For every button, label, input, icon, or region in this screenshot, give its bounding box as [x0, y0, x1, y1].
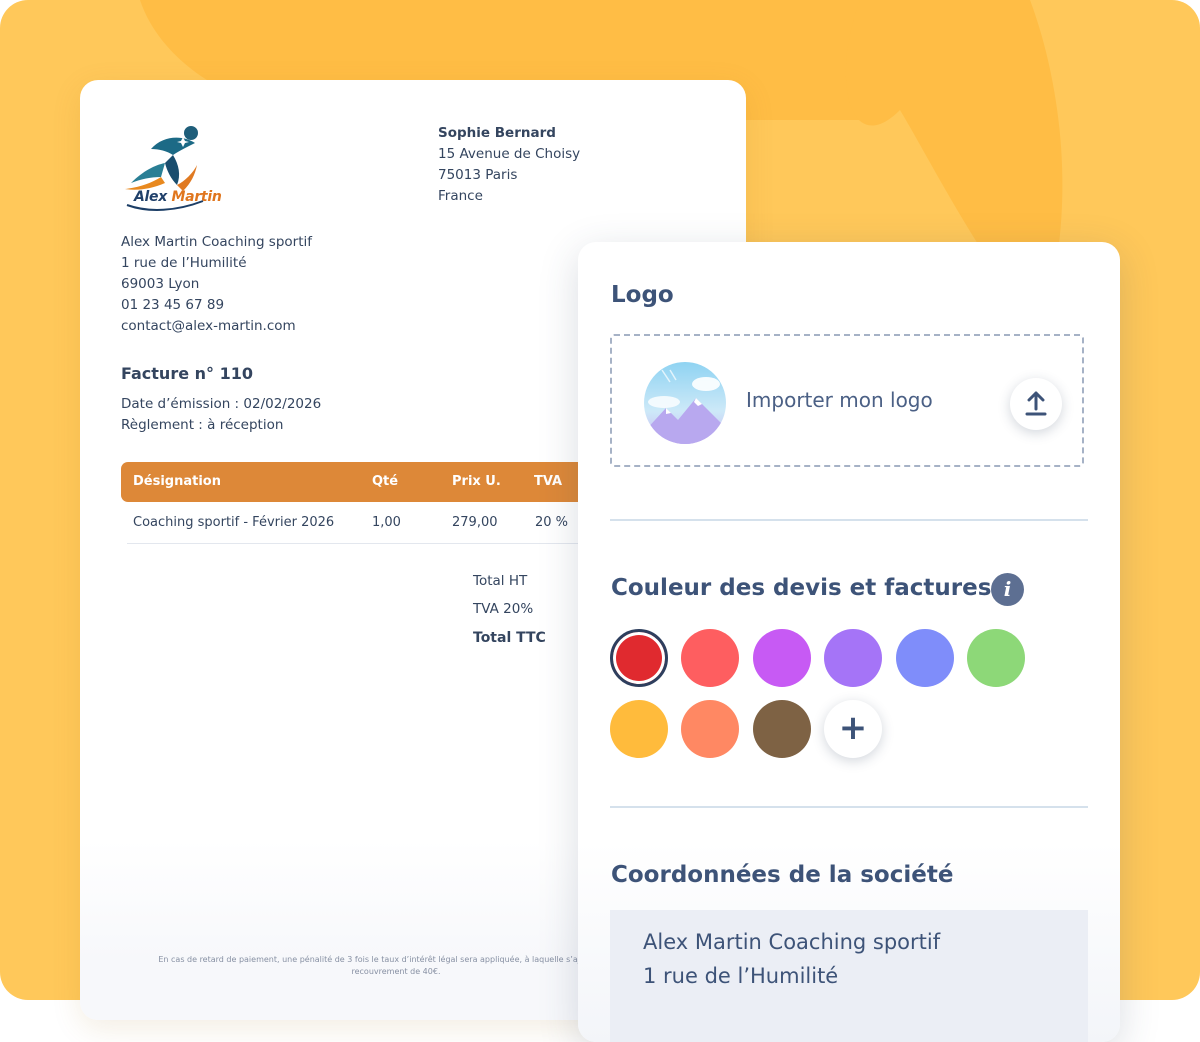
logo-placeholder-image: [644, 362, 726, 444]
logo-section-title: Logo: [611, 282, 674, 308]
invoice-meta: Date d’émission : 02/02/2026 Règlement :…: [121, 394, 321, 436]
company-name: Alex Martin Coaching sportif: [121, 234, 313, 250]
total-vat-label: TVA 20%: [473, 601, 534, 617]
cell-designation: Coaching sportif - Février 2026: [133, 515, 335, 530]
logo-last-name: Martin: [171, 189, 222, 205]
section-divider: [610, 806, 1088, 808]
settings-panel: Logo Importer mon logo Couleur des devis…: [578, 242, 1120, 1042]
col-header-designation: Désignation: [133, 474, 221, 489]
color-swatch[interactable]: [752, 700, 811, 758]
logo-wordmark: Alex Martin: [134, 189, 222, 205]
company-street: 1 rue de l’Humilité: [121, 255, 247, 271]
col-header-unit-price: Prix U.: [452, 474, 501, 489]
cell-unit-price: 279,00: [452, 515, 498, 530]
company-details-line1: Alex Martin Coaching sportif: [643, 930, 941, 954]
col-header-qty: Qté: [372, 474, 399, 489]
color-swatch[interactable]: [824, 629, 883, 687]
color-swatch[interactable]: [681, 700, 740, 758]
logo-upload-dropzone[interactable]: Importer mon logo: [610, 334, 1084, 467]
company-phone: 01 23 45 67 89: [121, 297, 225, 313]
color-swatch[interactable]: [610, 700, 668, 758]
add-color-button[interactable]: +: [824, 700, 882, 758]
info-icon[interactable]: i: [991, 573, 1024, 606]
col-header-vat: TVA: [534, 474, 563, 489]
cell-vat: 20 %: [535, 515, 569, 530]
color-swatch[interactable]: [895, 629, 954, 687]
cell-qty: 1,00: [372, 515, 401, 530]
color-swatch[interactable]: [967, 629, 1025, 687]
color-swatch[interactable]: [752, 629, 811, 687]
total-ht-label: Total HT: [473, 573, 528, 589]
company-section-title: Coordonnées de la société: [611, 862, 954, 888]
total-ttc-label: Total TTC: [473, 630, 546, 646]
company-city: 69003 Lyon: [121, 276, 200, 292]
invoice-title: Facture n° 110: [121, 364, 253, 383]
client-street: 15 Avenue de Choisy: [438, 146, 581, 162]
client-country: France: [438, 188, 483, 204]
client-city: 75013 Paris: [438, 167, 518, 183]
logo-first-name: Alex: [134, 189, 167, 205]
color-swatch[interactable]: [610, 629, 668, 687]
client-address: Sophie Bernard 15 Avenue de Choisy 75013…: [438, 123, 580, 207]
company-email: contact@alex-martin.com: [121, 318, 296, 334]
issue-date: Date d’émission : 02/02/2026: [121, 396, 322, 412]
upload-button[interactable]: [1010, 378, 1062, 430]
company-address: Alex Martin Coaching sportif 1 rue de l’…: [121, 232, 312, 337]
client-name: Sophie Bernard: [438, 125, 556, 141]
company-details-line2: 1 rue de l’Humilité: [643, 964, 839, 988]
section-divider: [610, 519, 1088, 521]
mountain-image-icon: [644, 362, 726, 444]
company-details-field[interactable]: Alex Martin Coaching sportif 1 rue de l’…: [610, 910, 1088, 1042]
color-section-title: Couleur des devis et factures: [611, 575, 992, 601]
upload-logo-label: Importer mon logo: [746, 388, 933, 412]
upload-icon: [1025, 391, 1047, 416]
payment-terms: Règlement : à réception: [121, 417, 284, 433]
color-swatch[interactable]: [681, 629, 740, 687]
